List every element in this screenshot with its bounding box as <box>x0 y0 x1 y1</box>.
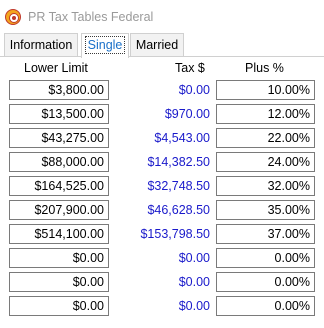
tax-amount: $0.00 <box>178 299 210 313</box>
plus-percent-field[interactable] <box>216 224 315 244</box>
plus-percent-field[interactable] <box>216 104 315 124</box>
tax-amount: $970.00 <box>164 107 210 121</box>
plus-percent-field[interactable] <box>216 128 315 148</box>
tax-amount: $46,628.50 <box>147 203 210 217</box>
lower-limit-field[interactable] <box>9 248 109 268</box>
plus-percent-field[interactable] <box>216 296 315 316</box>
plus-percent-field[interactable] <box>216 200 315 220</box>
table-row: $32,748.50 <box>0 176 324 196</box>
column-header-plus: Plus % <box>245 61 284 75</box>
plus-percent-field[interactable] <box>216 248 315 268</box>
lower-limit-field[interactable] <box>9 128 109 148</box>
tab-information[interactable]: Information <box>4 33 78 57</box>
tab-single[interactable]: Single <box>81 33 129 58</box>
lower-limit-field[interactable] <box>9 152 109 172</box>
lower-limit-field[interactable] <box>9 200 109 220</box>
lower-limit-field[interactable] <box>9 224 109 244</box>
plus-percent-field[interactable] <box>216 272 315 292</box>
plus-percent-field[interactable] <box>216 80 315 100</box>
window-title: PR Tax Tables Federal <box>28 10 154 24</box>
tax-amount: $0.00 <box>178 83 210 97</box>
app-logo-icon[interactable] <box>5 9 21 25</box>
column-header-lower-limit: Lower Limit <box>24 61 88 75</box>
table-row: $0.00 <box>0 296 324 316</box>
lower-limit-field[interactable] <box>9 176 109 196</box>
tax-amount: $153,798.50 <box>140 227 210 241</box>
table-row: $14,382.50 <box>0 152 324 172</box>
tax-amount: $0.00 <box>178 275 210 289</box>
lower-limit-field[interactable] <box>9 80 109 100</box>
tab-divider <box>0 56 324 57</box>
tab-bar: Information Single Married <box>0 33 324 58</box>
column-header-tax: Tax $ <box>175 61 205 75</box>
tab-married[interactable]: Married <box>130 33 184 57</box>
table-row: $0.00 <box>0 248 324 268</box>
title-bar: PR Tax Tables Federal <box>0 0 324 33</box>
plus-percent-field[interactable] <box>216 152 315 172</box>
tax-amount: $4,543.00 <box>154 131 210 145</box>
table-row: $4,543.00 <box>0 128 324 148</box>
tab-label: Married <box>135 38 179 52</box>
lower-limit-field[interactable] <box>9 104 109 124</box>
lower-limit-field[interactable] <box>9 296 109 316</box>
lower-limit-field[interactable] <box>9 272 109 292</box>
table-row: $970.00 <box>0 104 324 124</box>
tab-label: Information <box>9 38 73 52</box>
plus-percent-field[interactable] <box>216 176 315 196</box>
tax-amount: $14,382.50 <box>147 155 210 169</box>
tax-amount: $32,748.50 <box>147 179 210 193</box>
table-row: $0.00 <box>0 80 324 100</box>
table-row: $153,798.50 <box>0 224 324 244</box>
table-row: $46,628.50 <box>0 200 324 220</box>
tab-label: Single <box>84 36 126 54</box>
tax-amount: $0.00 <box>178 251 210 265</box>
table-row: $0.00 <box>0 272 324 292</box>
